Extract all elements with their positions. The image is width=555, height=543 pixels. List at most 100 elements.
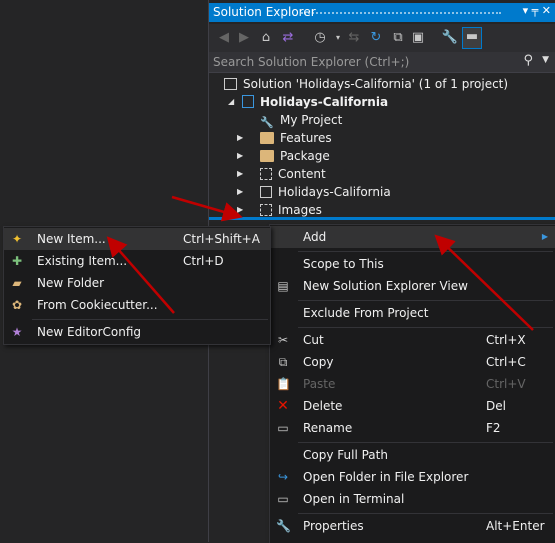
back-icon[interactable]: ◀ — [215, 29, 233, 47]
expand-arrow-icon[interactable]: ▶ — [237, 187, 243, 196]
images-icon — [260, 204, 272, 216]
menu-item-new-solution-explorer-view[interactable]: ▤ New Solution Explorer View — [270, 275, 555, 297]
tree-label: Holidays-California — [278, 185, 391, 199]
collapse-all-icon[interactable]: ⧉ — [389, 29, 407, 47]
menu-item-cut[interactable]: ✂ Cut Ctrl+X — [270, 329, 555, 351]
tree-item-my-project[interactable]: 🔧 My Project — [260, 111, 342, 129]
collapse-arrow-icon[interactable]: ◢ — [228, 97, 234, 106]
properties-wrench-icon[interactable]: 🔧 — [441, 29, 459, 47]
wrench-icon: 🔧 — [260, 116, 274, 129]
menu-item-shortcut: Del — [486, 399, 506, 413]
tree-label: Features — [280, 131, 332, 145]
expand-arrow-icon[interactable]: ▶ — [237, 151, 243, 160]
tree-label: Package — [280, 149, 330, 163]
menu-item-label: New EditorConfig — [37, 325, 142, 339]
pending-changes-filter-icon[interactable]: ◷ — [311, 29, 329, 47]
menu-item-properties[interactable]: 🔧 Properties Alt+Enter — [270, 515, 555, 537]
menu-item-delete[interactable]: ✕ Delete Del — [270, 395, 555, 417]
tree-item-content[interactable]: Content — [260, 165, 326, 183]
titlebar-grip[interactable] — [301, 12, 501, 14]
preview-selected-items-icon[interactable]: ▬ — [462, 27, 482, 49]
tree-item-solution[interactable]: Solution 'Holidays-California' (1 of 1 p… — [224, 75, 508, 93]
scissors-icon: ✂ — [277, 333, 289, 347]
menu-separator — [298, 327, 553, 328]
refresh-icon[interactable]: ↻ — [367, 29, 385, 47]
switch-views-icon[interactable]: ⇄ — [279, 29, 297, 47]
menu-separator — [298, 300, 553, 301]
solution-icon — [224, 78, 237, 90]
menu-item-copy[interactable]: ⧉ Copy Ctrl+C — [270, 351, 555, 373]
menu-item-scope-to-this[interactable]: Scope to This — [270, 253, 555, 275]
home-icon[interactable]: ⌂ — [257, 29, 275, 47]
search-icon[interactable]: ⚲ — [523, 53, 533, 68]
submenu-item-existing-item[interactable]: ✚ Existing Item... Ctrl+D — [4, 250, 270, 272]
submenu-item-new-folder[interactable]: ▰ New Folder — [4, 272, 270, 294]
menu-item-shortcut: F2 — [486, 421, 501, 435]
solution-explorer-toolbar: ◀ ▶ ⌂ ⇄ ◷ ▾ ⇆ ↻ ⧉ ▣ 🔧 ▬ — [209, 24, 555, 52]
expand-arrow-icon[interactable]: ▶ — [237, 169, 243, 178]
menu-item-label: Delete — [303, 399, 343, 413]
tree-item-module[interactable]: Holidays-California — [260, 183, 391, 201]
menu-item-open-in-terminal[interactable]: ▭ Open in Terminal — [270, 488, 555, 510]
open-folder-arrow-icon: ↪ — [277, 470, 289, 484]
add-submenu: ✦ New Item... Ctrl+Shift+A ✚ Existing It… — [3, 226, 271, 345]
tree-item-features[interactable]: Features — [260, 129, 332, 147]
tree-item-package[interactable]: Package — [260, 147, 330, 165]
panel-controls[interactable]: ▾ ╤ ✕ — [523, 4, 551, 17]
menu-item-open-folder-in-file-explorer[interactable]: ↪ Open Folder in File Explorer — [270, 466, 555, 488]
module-icon — [260, 186, 272, 198]
menu-item-rename[interactable]: ▭ Rename F2 — [270, 417, 555, 439]
project-icon — [242, 95, 254, 108]
expand-arrow-icon[interactable]: ▶ — [237, 133, 243, 142]
menu-item-label: New Folder — [37, 276, 105, 290]
selected-tree-item[interactable] — [209, 217, 555, 220]
menu-item-label: Existing Item... — [37, 254, 128, 268]
menu-separator — [32, 319, 268, 320]
folder-icon — [260, 132, 274, 144]
sync-with-document-icon[interactable]: ⇆ — [345, 29, 363, 47]
search-options-chevron-icon[interactable]: ▼ — [542, 55, 549, 65]
context-menu: Add ▶ Scope to This ▤ New Solution Explo… — [269, 224, 555, 543]
menu-item-copy-full-path[interactable]: Copy Full Path — [270, 444, 555, 466]
tree-item-project[interactable]: Holidays-California — [242, 93, 388, 111]
tree-label: Holidays-California — [260, 95, 389, 109]
folder-icon — [260, 150, 274, 162]
new-folder-icon: ▰ — [12, 276, 22, 290]
menu-item-shortcut: Ctrl+X — [486, 333, 526, 347]
expand-arrow-icon[interactable]: ▶ — [237, 205, 243, 214]
menu-item-paste[interactable]: 📋 Paste Ctrl+V — [270, 373, 555, 395]
menu-item-label: Copy — [303, 355, 334, 369]
menu-item-label: From Cookiecutter... — [37, 298, 158, 312]
menu-item-label: Properties — [303, 519, 364, 533]
menu-item-label: Exclude From Project — [303, 306, 429, 320]
menu-item-shortcut: Alt+Enter — [486, 519, 545, 533]
forward-icon[interactable]: ▶ — [235, 29, 253, 47]
cookiecutter-icon: ✿ — [11, 298, 23, 312]
submenu-item-new-editorconfig[interactable]: ★ New EditorConfig — [4, 321, 270, 343]
menu-separator — [298, 251, 553, 252]
delete-x-icon: ✕ — [277, 398, 289, 414]
menu-item-label: Open in Terminal — [303, 492, 405, 506]
solution-explorer-search[interactable]: Search Solution Explorer (Ctrl+;) ⚲ ▼ — [209, 52, 555, 73]
new-view-icon: ▤ — [277, 279, 289, 293]
menu-item-label: Copy Full Path — [303, 448, 388, 462]
tree-label: Solution 'Holidays-California' (1 of 1 p… — [243, 77, 509, 91]
submenu-item-new-item[interactable]: ✦ New Item... Ctrl+Shift+A — [4, 228, 270, 250]
menu-item-shortcut: Ctrl+Shift+A — [183, 232, 260, 246]
menu-item-shortcut: Ctrl+V — [486, 377, 526, 391]
menu-item-add[interactable]: Add ▶ — [270, 226, 555, 248]
wrench-icon: 🔧 — [276, 519, 291, 533]
submenu-arrow-icon: ▶ — [541, 232, 548, 241]
submenu-item-from-cookiecutter[interactable]: ✿ From Cookiecutter... — [4, 294, 270, 316]
search-input[interactable]: Search Solution Explorer (Ctrl+;) — [213, 55, 409, 69]
content-icon — [260, 168, 272, 180]
menu-item-label: Add — [303, 230, 327, 244]
menu-item-label: Cut — [303, 333, 324, 347]
menu-item-shortcut: Ctrl+D — [183, 254, 224, 268]
paste-icon: 📋 — [276, 377, 291, 391]
menu-item-label: Paste — [303, 377, 336, 391]
menu-item-exclude-from-project[interactable]: Exclude From Project — [270, 302, 555, 324]
menu-item-label: Scope to This — [303, 257, 384, 271]
show-all-files-icon[interactable]: ▣ — [409, 29, 427, 47]
existing-item-icon: ✚ — [11, 254, 23, 268]
